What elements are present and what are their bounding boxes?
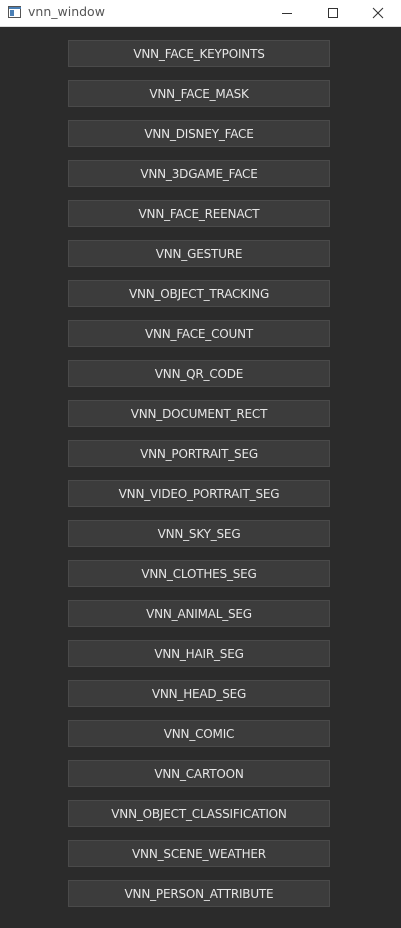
maximize-button[interactable] [310, 0, 356, 26]
feature-button-vnn-video-portrait-seg[interactable]: VNN_VIDEO_PORTRAIT_SEG [68, 480, 330, 507]
feature-button-vnn-clothes-seg[interactable]: VNN_CLOTHES_SEG [68, 560, 330, 587]
feature-button-vnn-object-classification[interactable]: VNN_OBJECT_CLASSIFICATION [68, 800, 330, 827]
feature-button-vnn-face-mask[interactable]: VNN_FACE_MASK [68, 80, 330, 107]
feature-button-vnn-comic[interactable]: VNN_COMIC [68, 720, 330, 747]
feature-button-vnn-face-count[interactable]: VNN_FACE_COUNT [68, 320, 330, 347]
feature-button-vnn-hair-seg[interactable]: VNN_HAIR_SEG [68, 640, 330, 667]
feature-button-vnn-portrait-seg[interactable]: VNN_PORTRAIT_SEG [68, 440, 330, 467]
feature-button-vnn-object-tracking[interactable]: VNN_OBJECT_TRACKING [68, 280, 330, 307]
feature-button-vnn-gesture[interactable]: VNN_GESTURE [68, 240, 330, 267]
feature-button-vnn-face-reenact[interactable]: VNN_FACE_REENACT [68, 200, 330, 227]
minimize-button[interactable] [264, 0, 310, 26]
feature-button-vnn-head-seg[interactable]: VNN_HEAD_SEG [68, 680, 330, 707]
feature-button-vnn-person-attribute[interactable]: VNN_PERSON_ATTRIBUTE [68, 880, 330, 907]
feature-button-vnn-document-rect[interactable]: VNN_DOCUMENT_RECT [68, 400, 330, 427]
minimize-icon [282, 13, 292, 14]
feature-button-vnn-sky-seg[interactable]: VNN_SKY_SEG [68, 520, 330, 547]
main-window: vnn_window VNN_FACE_KEYPOINTS VNN_FACE_MA… [0, 0, 401, 928]
feature-button-vnn-disney-face[interactable]: VNN_DISNEY_FACE [68, 120, 330, 147]
feature-button-vnn-cartoon[interactable]: VNN_CARTOON [68, 760, 330, 787]
feature-button-vnn-animal-seg[interactable]: VNN_ANIMAL_SEG [68, 600, 330, 627]
feature-button-vnn-3dgame-face[interactable]: VNN_3DGAME_FACE [68, 160, 330, 187]
feature-button-vnn-face-keypoints[interactable]: VNN_FACE_KEYPOINTS [68, 40, 330, 67]
window-app-icon [8, 6, 21, 18]
window-title: vnn_window [28, 4, 105, 19]
title-bar[interactable]: vnn_window [0, 0, 401, 27]
close-icon [372, 7, 384, 19]
close-button[interactable] [355, 0, 401, 26]
maximize-icon [328, 8, 338, 18]
feature-button-vnn-scene-weather[interactable]: VNN_SCENE_WEATHER [68, 840, 330, 867]
feature-button-vnn-qr-code[interactable]: VNN_QR_CODE [68, 360, 330, 387]
